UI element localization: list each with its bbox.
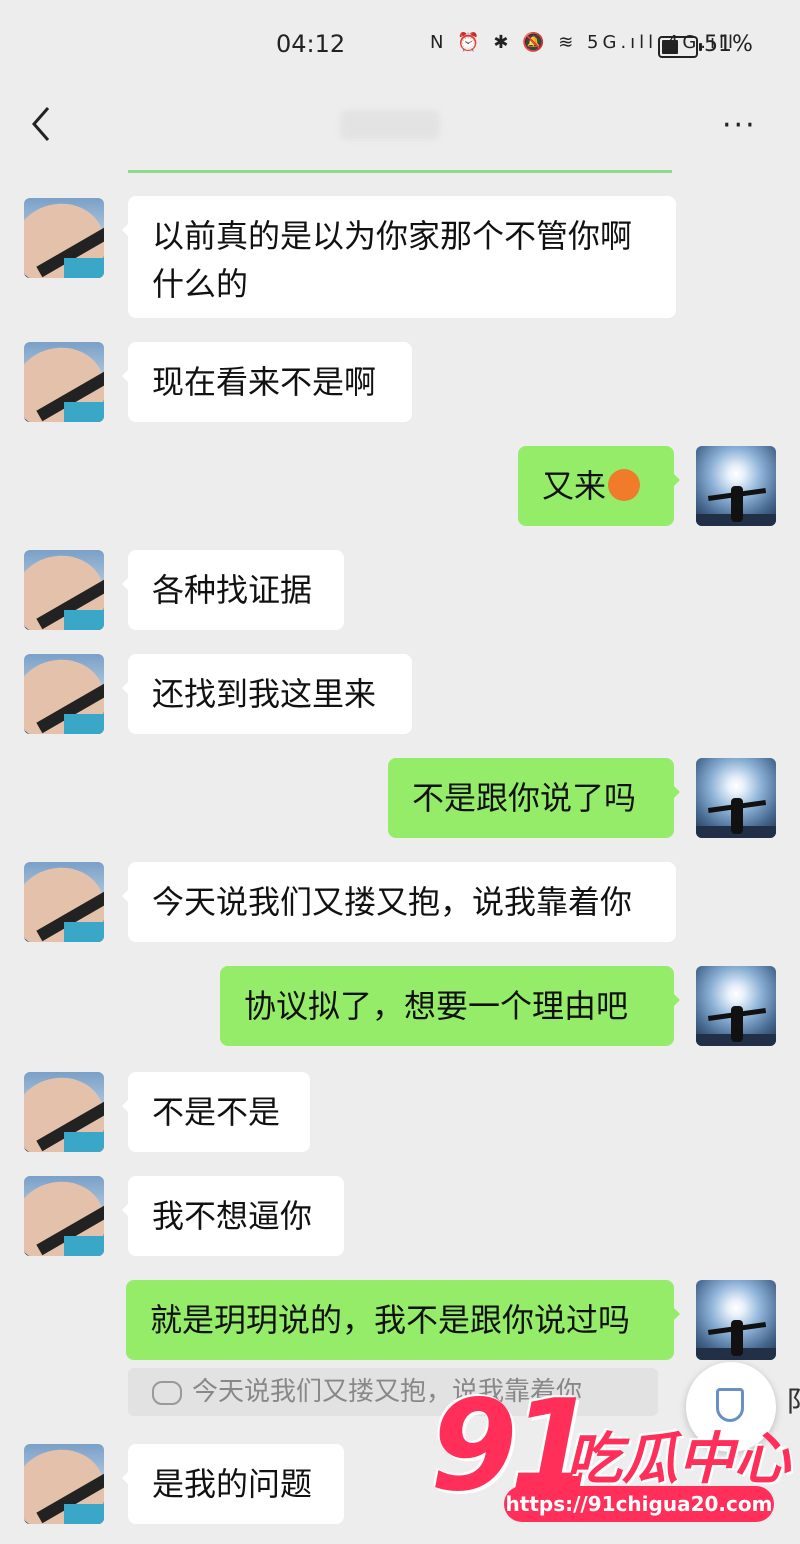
message-bubble-left[interactable]: 是我的问题 (122, 1444, 344, 1524)
message-divider (128, 170, 672, 173)
self-avatar[interactable] (696, 446, 776, 526)
back-button[interactable] (24, 102, 60, 146)
watermark-url: https://91chigua20.com (504, 1486, 774, 1522)
battery-percent: 51% (704, 32, 753, 57)
message-bubble-right[interactable]: 不是跟你说了吗 (388, 758, 680, 838)
message-text: 今天说我们又搂又抱，说我靠着你 (152, 883, 633, 921)
message-bubble-right[interactable]: 协议拟了，想要一个理由吧 (220, 966, 680, 1046)
message-bubble-left[interactable]: 各种找证据 (122, 550, 344, 630)
contact-avatar[interactable] (24, 198, 104, 278)
contact-avatar[interactable] (24, 1176, 104, 1256)
contact-avatar[interactable] (24, 342, 104, 422)
message-text: 又来 (542, 467, 607, 505)
sweat-face-emoji (608, 469, 641, 501)
message-text: 不是不是 (152, 1093, 281, 1131)
contact-avatar[interactable] (24, 550, 104, 630)
message-text: 是我的问题 (152, 1465, 313, 1503)
message-bubble-left[interactable]: 我不想逼你 (122, 1176, 344, 1256)
message-bubble-right[interactable]: 又来 (518, 446, 680, 526)
message-bubble-left[interactable]: 以前真的是以为你家那个不管你啊 什么的 (122, 196, 676, 318)
self-avatar[interactable] (696, 1280, 776, 1360)
contact-avatar[interactable] (24, 1444, 104, 1524)
contact-avatar[interactable] (24, 862, 104, 942)
chat-title-blurred (340, 110, 440, 140)
message-bubble-left[interactable]: 还找到我这里来 (122, 654, 412, 734)
status-bar: 04:12 N ⏰ ✱ 🔕 ≋ 5G.ıll 4G.ıll 51% (0, 0, 800, 95)
quote-icon (152, 1380, 182, 1405)
message-text: 各种找证据 (152, 571, 313, 609)
message-text: 以前真的是以为你家那个不管你啊 (152, 217, 633, 255)
contact-avatar[interactable] (24, 654, 104, 734)
message-text: 现在看来不是啊 (152, 363, 377, 401)
battery-icon (658, 36, 702, 58)
message-bubble-left[interactable]: 不是不是 (122, 1072, 310, 1152)
message-text: 什么的 (152, 265, 249, 303)
self-avatar[interactable] (696, 758, 776, 838)
message-text: 还找到我这里来 (152, 675, 377, 713)
message-text: 我不想逼你 (152, 1197, 313, 1235)
message-bubble-left[interactable]: 现在看来不是啊 (122, 342, 412, 422)
chevron-left-icon (32, 107, 50, 141)
message-bubble-left[interactable]: 今天说我们又搂又抱，说我靠着你 (122, 862, 676, 942)
self-avatar[interactable] (696, 966, 776, 1046)
watermark-name: 吃瓜中心 (566, 1427, 790, 1492)
message-text: 协议拟了，想要一个理由吧 (244, 987, 629, 1025)
message-text: 不是跟你说了吗 (412, 779, 637, 817)
message-text: 就是玥玥说的，我不是跟你说过吗 (150, 1301, 631, 1339)
more-options-button[interactable]: ··· (722, 108, 757, 143)
contact-avatar[interactable] (24, 1072, 104, 1152)
status-time: 04:12 (276, 30, 346, 58)
message-bubble-right[interactable]: 就是玥玥说的，我不是跟你说过吗 (126, 1280, 680, 1360)
